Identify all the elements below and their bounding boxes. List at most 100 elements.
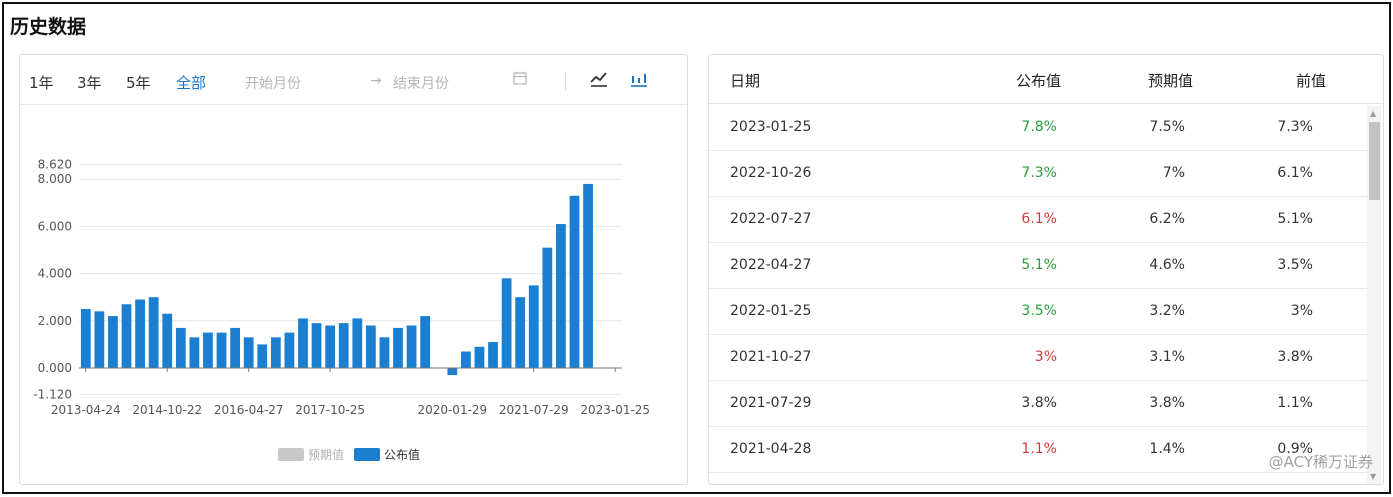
y-tick-label: 4.000 xyxy=(38,267,72,281)
end-month-input[interactable]: 结束月份 xyxy=(393,73,449,93)
bar xyxy=(501,278,512,368)
y-tick-label: -1.120 xyxy=(33,387,72,401)
bar xyxy=(203,332,213,368)
table-cell-expected: 3.8% xyxy=(1149,395,1185,411)
table-cell-date: 2022-04-27 xyxy=(730,257,812,273)
history-table: 日期 公布值 预期值 前值 2023-01-25 7.8% 7.5% 7.3% 2022… xyxy=(708,54,1384,485)
table-row[interactable]: 2022-01-25 3.5% 3.2% 3% xyxy=(709,289,1371,335)
table-cell-published: 3.8% xyxy=(1021,395,1057,411)
bar xyxy=(393,327,403,368)
table-cell-expected: 4.6% xyxy=(1149,257,1185,273)
bar xyxy=(298,318,308,368)
table-cell-expected: 7.5% xyxy=(1149,119,1185,135)
line-chart-icon[interactable] xyxy=(589,69,609,89)
scroll-up-arrow[interactable]: ▲ xyxy=(1370,109,1376,118)
table-cell-date: 2022-10-26 xyxy=(730,165,812,181)
range-5y-button[interactable]: 5年 xyxy=(126,72,151,93)
table-row[interactable]: 2021-10-27 3% 3.1% 3.8% xyxy=(709,335,1371,381)
table-cell-previous: 3.5% xyxy=(1277,257,1313,273)
table-cell-published: 3.5% xyxy=(1021,303,1057,319)
bar xyxy=(583,183,593,368)
legend-label-expected: 预期值 xyxy=(308,447,344,462)
table-cell-previous: 7.3% xyxy=(1277,119,1313,135)
y-tick-label: 8.000 xyxy=(38,172,72,186)
bar xyxy=(406,325,417,368)
bar xyxy=(148,297,159,368)
table-cell-previous: 6.1% xyxy=(1277,165,1313,181)
legend-swatch-published xyxy=(354,448,380,461)
bar xyxy=(121,304,132,368)
bar-chart-icon[interactable] xyxy=(629,69,649,89)
x-tick-label: 2013-04-24 xyxy=(51,403,121,417)
bar xyxy=(515,297,526,368)
bar xyxy=(284,332,295,368)
table-row[interactable]: 2022-10-26 7.3% 7% 6.1% xyxy=(709,151,1371,197)
table-cell-published: 6.1% xyxy=(1021,211,1057,227)
table-cell-date: 2021-10-27 xyxy=(730,349,812,365)
bar xyxy=(488,342,498,368)
table-cell-previous: 3% xyxy=(1290,303,1313,319)
bar xyxy=(556,224,566,368)
x-tick-label: 2014-10-22 xyxy=(132,403,202,417)
bar xyxy=(135,299,145,368)
y-tick-label: 8.620 xyxy=(38,158,72,172)
x-tick-label: 2016-04-27 xyxy=(214,403,284,417)
table-cell-previous: 1.1% xyxy=(1277,395,1313,411)
table-cell-expected: 3.1% xyxy=(1149,349,1185,365)
header-published: 公布值 xyxy=(1016,72,1062,90)
table-cell-expected: 6.2% xyxy=(1149,211,1185,227)
table-scrollbar[interactable]: ▲ ▼ xyxy=(1367,106,1381,484)
table-cell-expected: 7% xyxy=(1162,165,1185,181)
x-tick-label: 2023-01-25 xyxy=(580,403,650,417)
start-month-input[interactable]: 开始月份 xyxy=(245,73,301,93)
range-all-button[interactable]: 全部 xyxy=(176,72,206,93)
watermark: @ACY稀万证券 xyxy=(1268,453,1373,471)
table-row[interactable]: 2023-01-25 7.8% 7.5% 7.3% xyxy=(709,105,1371,151)
table-cell-published: 7.3% xyxy=(1021,165,1057,181)
table-row[interactable]: 2022-07-27 6.1% 6.2% 5.1% xyxy=(709,197,1371,243)
table-cell-previous: 3.8% xyxy=(1277,349,1313,365)
range-3y-button[interactable]: 3年 xyxy=(77,72,102,93)
table-cell-date: 2021-04-28 xyxy=(730,441,812,457)
bar xyxy=(542,247,553,368)
y-tick-label: 0.000 xyxy=(38,361,72,375)
calendar-icon[interactable] xyxy=(511,69,531,89)
toolbar-divider xyxy=(565,72,566,90)
bar-chart: 8.6208.000 6.000 4.000 2.000 0.000 -1.120 2013… xyxy=(33,158,650,462)
bar xyxy=(569,195,580,368)
table-header: 日期 公布值 预期值 前值 xyxy=(709,55,1383,104)
bar xyxy=(175,327,186,368)
bar xyxy=(189,337,200,368)
x-tick-label: 2020-01-29 xyxy=(417,403,487,417)
bar xyxy=(365,325,376,368)
bar xyxy=(243,337,254,368)
legend-label-published: 公布值 xyxy=(384,447,420,462)
bar xyxy=(80,309,91,368)
chart-panel: 1年 3年 5年 全部 开始月份 → 结束月份 8.620 8.000 6.000 4… xyxy=(19,54,688,485)
header-previous: 前值 xyxy=(1296,72,1327,90)
bar xyxy=(461,351,471,368)
bar xyxy=(216,332,227,368)
table-cell-published: 5.1% xyxy=(1021,257,1057,273)
table-cell-published: 7.8% xyxy=(1021,119,1057,135)
bar xyxy=(379,337,390,368)
table-row[interactable]: 2022-04-27 5.1% 4.6% 3.5% xyxy=(709,243,1371,289)
y-tick-label: 2.000 xyxy=(38,314,72,328)
bar xyxy=(474,346,485,368)
table-row[interactable]: 2021-07-29 3.8% 3.8% 1.1% xyxy=(709,381,1371,427)
bar xyxy=(108,316,118,368)
table-cell-published: 1.1% xyxy=(1021,441,1057,457)
table-cell-published: 3% xyxy=(1034,349,1057,365)
table-cell-previous: 5.1% xyxy=(1277,211,1313,227)
bar xyxy=(352,318,363,368)
scroll-down-arrow[interactable]: ▼ xyxy=(1370,472,1376,481)
bar xyxy=(270,337,281,368)
x-tick-label: 2017-10-25 xyxy=(295,403,365,417)
header-expected: 预期值 xyxy=(1148,72,1194,90)
scroll-thumb[interactable] xyxy=(1369,122,1380,200)
bar xyxy=(257,344,268,368)
bar xyxy=(162,313,173,368)
bar xyxy=(338,323,349,368)
range-1y-button[interactable]: 1年 xyxy=(29,72,54,93)
bar xyxy=(230,327,240,368)
